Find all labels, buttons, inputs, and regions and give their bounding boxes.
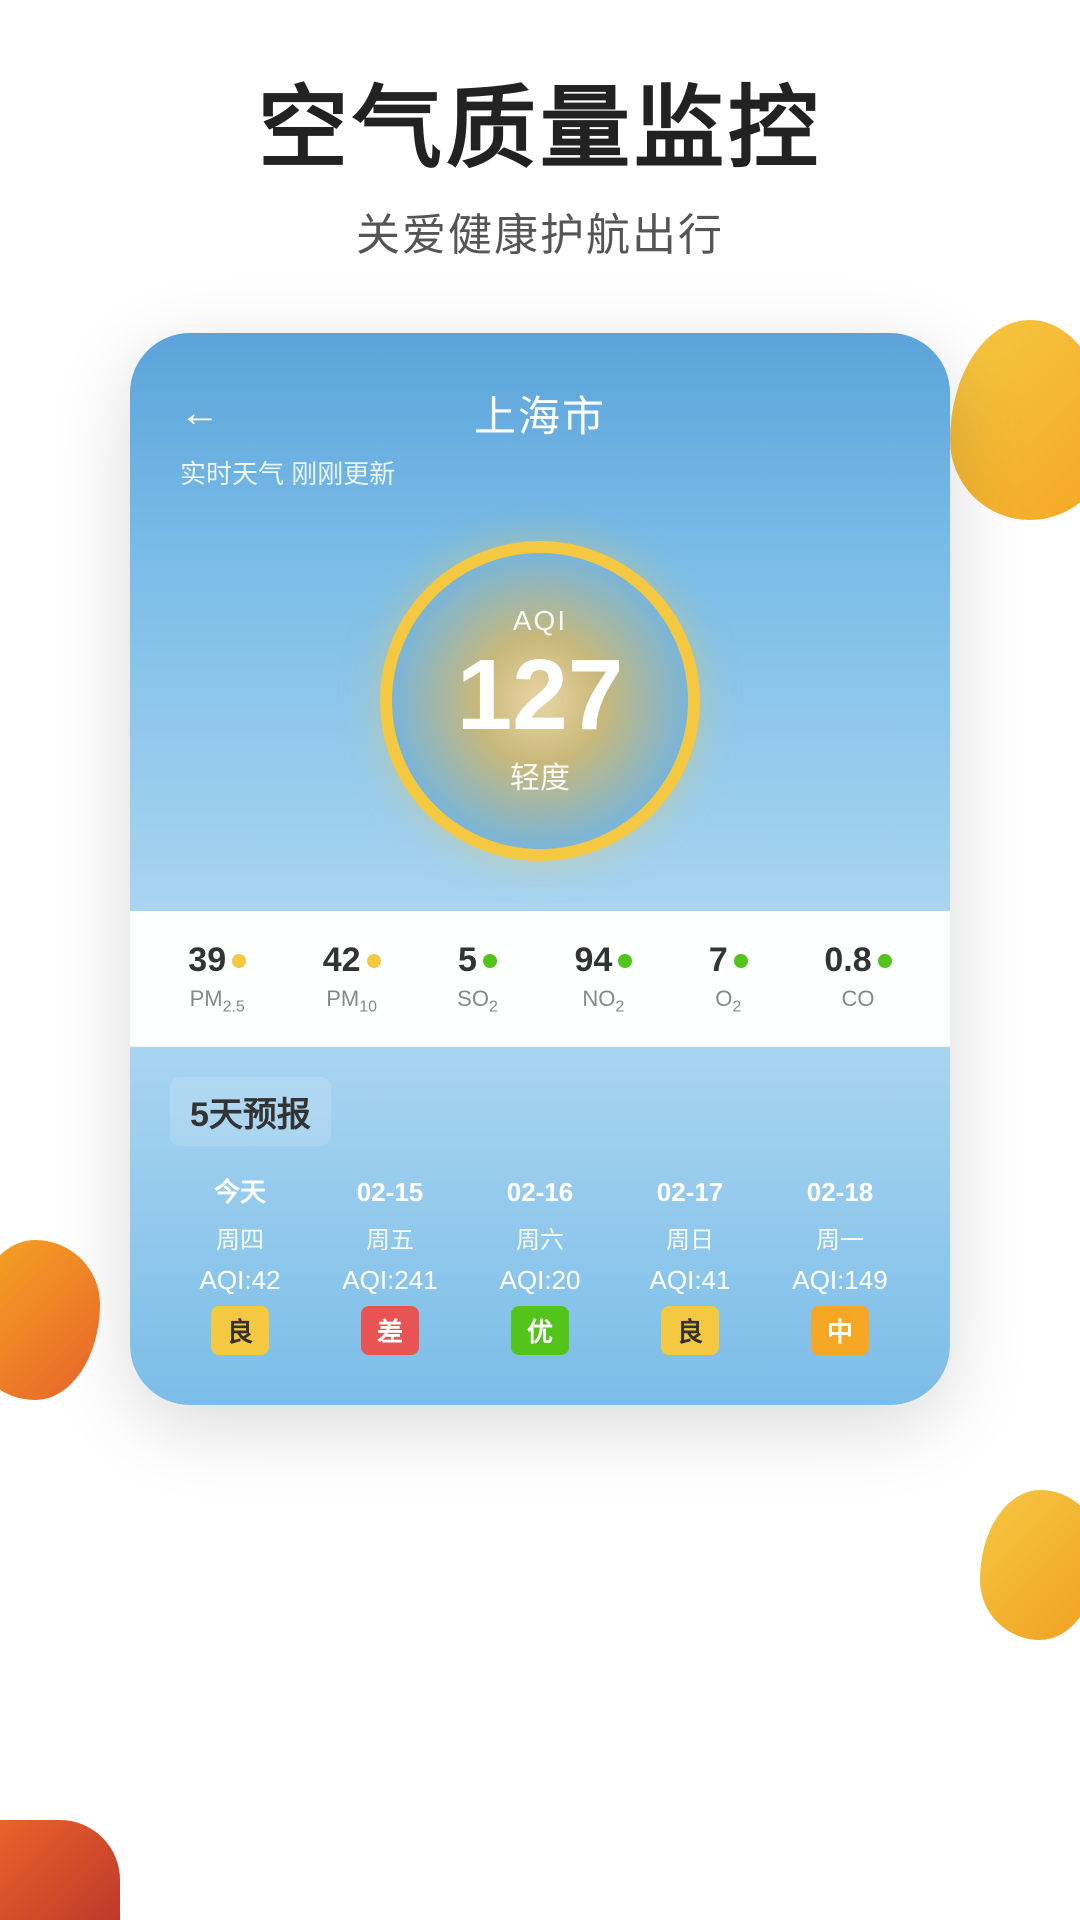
metric-dot xyxy=(618,954,632,968)
metric-dot xyxy=(232,954,246,968)
aqi-description: 轻度 xyxy=(510,753,570,797)
forecast-aqi-value: AQI:41 xyxy=(650,1265,731,1296)
metric-name: PM10 xyxy=(326,986,377,1016)
metric-item: 5SO2 xyxy=(457,941,498,1016)
page-title: 空气质量监控 xyxy=(0,80,1080,179)
metric-dot xyxy=(367,954,381,968)
aqi-circle-container: AQI 127 轻度 xyxy=(180,521,900,911)
metric-number: 94 xyxy=(574,941,612,980)
forecast-quality-badge: 中 xyxy=(811,1306,869,1355)
metric-name: CO xyxy=(842,986,875,1012)
metrics-row: 39PM2.542PM105SO294NO27O20.8CO xyxy=(130,911,950,1047)
phone-card-wrapper: ← 上海市 实时天气 刚刚更新 AQI 127 轻度 39 PM2.5 42 PM10… xyxy=(0,333,1080,1405)
metric-item: 94NO2 xyxy=(574,941,632,1016)
forecast-day-item: 02-18 周一 AQI:149 中 xyxy=(770,1176,910,1355)
forecast-grid: 今天周四 AQI:42 良 02-15 周五 AQI:241 差 02-16 周六 AQI:20 优… xyxy=(170,1176,910,1355)
forecast-day-item: 02-16 周六 AQI:20 优 xyxy=(470,1176,610,1355)
forecast-day-item: 今天周四 AQI:42 良 xyxy=(170,1176,310,1355)
metric-dot xyxy=(734,954,748,968)
forecast-day-label: 02-18 xyxy=(807,1176,874,1210)
weather-info: 实时天气 刚刚更新 xyxy=(180,454,900,491)
metric-item: 0.8 CO xyxy=(824,941,891,1016)
metric-name: NO2 xyxy=(582,986,624,1016)
forecast-weekday: 周五 xyxy=(366,1220,414,1255)
metric-name: SO2 xyxy=(457,986,498,1016)
metric-dot xyxy=(878,954,892,968)
metric-number: 42 xyxy=(323,941,361,980)
metric-item: 42 PM10 xyxy=(323,941,381,1016)
forecast-aqi-value: AQI:149 xyxy=(792,1265,887,1296)
forecast-day-label: 今天 xyxy=(214,1176,266,1210)
aqi-value: 127 xyxy=(457,645,624,745)
phone-card: ← 上海市 实时天气 刚刚更新 AQI 127 轻度 39 PM2.5 42 PM10… xyxy=(130,333,950,1405)
forecast-aqi-value: AQI:241 xyxy=(342,1265,437,1296)
page-subtitle: 关爱健康护航出行 xyxy=(0,199,1080,263)
decorative-blob-bottom-corner xyxy=(0,1820,120,1920)
forecast-weekday: 周一 xyxy=(816,1220,864,1255)
forecast-weekday: 周六 xyxy=(516,1220,564,1255)
forecast-day-item: 02-17 周日 AQI:41 良 xyxy=(620,1176,760,1355)
forecast-aqi-value: AQI:20 xyxy=(500,1265,581,1296)
aqi-circle: AQI 127 轻度 xyxy=(380,541,700,861)
forecast-quality-badge: 优 xyxy=(511,1306,569,1355)
forecast-day-label: 02-15 xyxy=(357,1176,424,1210)
forecast-weekday: 周四 xyxy=(216,1220,264,1255)
decorative-blob-bottom-right xyxy=(980,1490,1080,1640)
metric-number: 7 xyxy=(709,941,728,980)
metric-number: 39 xyxy=(188,941,226,980)
metric-number: 5 xyxy=(458,941,477,980)
forecast-day-label: 02-17 xyxy=(657,1176,724,1210)
metric-name: O2 xyxy=(715,986,741,1016)
metric-item: 39 PM2.5 xyxy=(188,941,246,1016)
forecast-day-item: 02-15 周五 AQI:241 差 xyxy=(320,1176,460,1355)
back-button[interactable]: ← xyxy=(180,391,220,436)
metric-name: PM2.5 xyxy=(190,986,245,1016)
forecast-weekday: 周日 xyxy=(666,1220,714,1255)
forecast-section: 5天预报 今天周四 AQI:42 良 02-15 周五 AQI:241 差 02-16 周六 AQ… xyxy=(130,1047,950,1405)
forecast-title: 5天预报 xyxy=(170,1077,331,1146)
forecast-day-label: 02-16 xyxy=(507,1176,574,1210)
metric-number: 0.8 xyxy=(824,941,871,980)
page-header: 空气质量监控 关爱健康护航出行 xyxy=(0,0,1080,303)
city-name: 上海市 xyxy=(474,383,606,444)
forecast-quality-badge: 差 xyxy=(361,1306,419,1355)
metric-dot xyxy=(483,954,497,968)
forecast-aqi-value: AQI:42 xyxy=(200,1265,281,1296)
forecast-quality-badge: 良 xyxy=(661,1306,719,1355)
aqi-label: AQI xyxy=(513,605,567,637)
forecast-quality-badge: 良 xyxy=(211,1306,269,1355)
nav-bar: ← 上海市 xyxy=(180,383,900,444)
app-header: ← 上海市 实时天气 刚刚更新 AQI 127 轻度 xyxy=(130,333,950,911)
metric-item: 7O2 xyxy=(709,941,748,1016)
